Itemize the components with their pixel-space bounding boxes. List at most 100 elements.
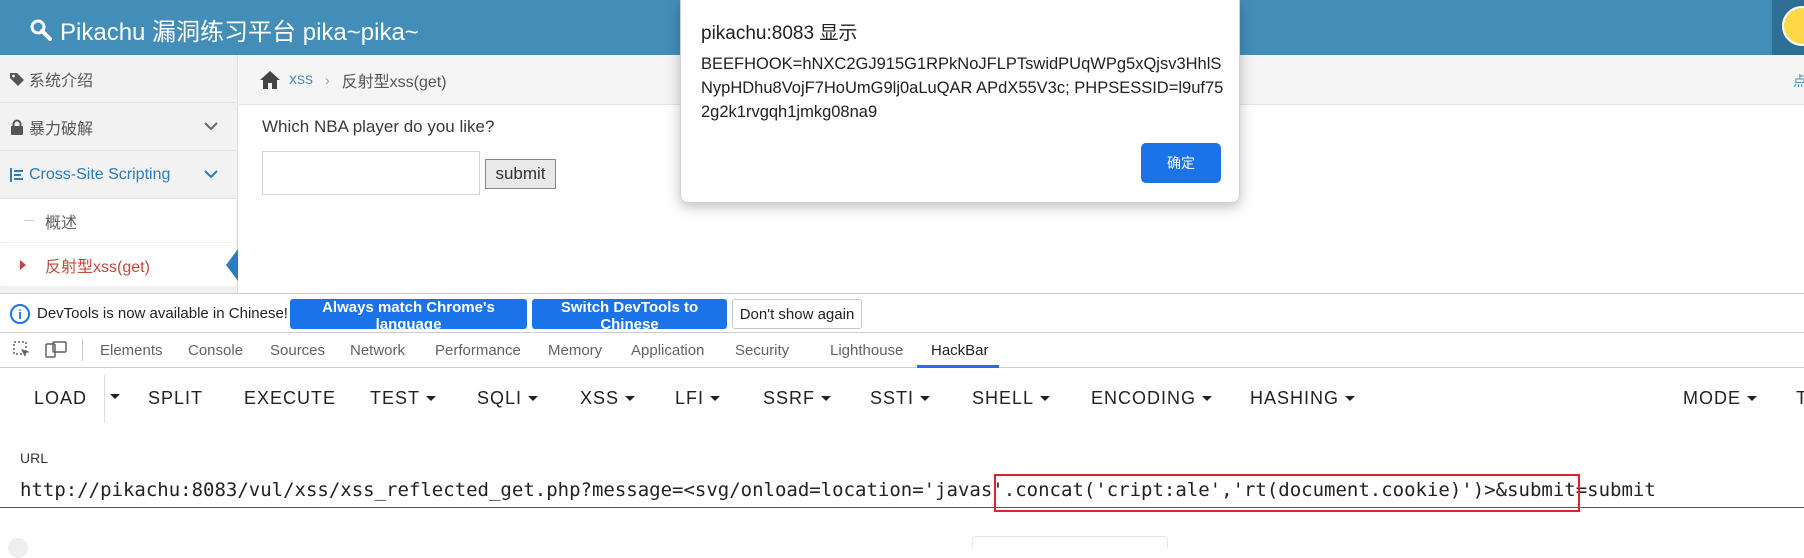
hackbar-ssti-menu[interactable]: SSTI [870,388,931,409]
toolbar-divider [82,339,83,361]
chevron-down-icon [204,170,218,179]
hackbar-menu-label: SQLI [477,388,523,408]
sidebar-item-bruteforce[interactable]: 暴力破解 [0,103,236,151]
alert-dialog: pikachu:8083 显示 BEEFHOOK=hNXC2GJ915G1RPk… [680,0,1240,203]
bottom-control-fragment [8,538,28,558]
tab-lighthouse[interactable]: Lighthouse [830,342,903,359]
hackbar-menu-label: MODE [1683,388,1741,408]
tab-security[interactable]: Security [735,342,789,359]
app-title: Pikachu 漏洞练习平台 pika~pika~ [60,19,419,46]
alert-ok-button[interactable]: 确定 [1141,143,1221,183]
hackbar-execute-button[interactable]: EXECUTE [244,388,336,409]
hackbar-xss-menu[interactable]: XSS [580,388,636,409]
hackbar-lfi-menu[interactable]: LFI [675,388,721,409]
breadcrumb-link-xss[interactable]: xss [289,71,313,89]
sidebar-subitem-label: 反射型xss(get) [45,258,150,276]
chevron-down-icon [204,122,218,131]
tags-icon [10,72,24,86]
breadcrumb-current: 反射型xss(get) [341,73,447,91]
caret-down-icon [821,396,832,401]
match-language-button[interactable]: Always match Chrome's language [290,299,527,333]
info-icon: i [10,304,30,324]
switch-chinese-button[interactable]: Switch DevTools to Chinese [532,299,727,333]
hackbar-toolbar: LOAD SPLIT EXECUTE TEST SQLI XSS LFI SSR… [0,368,1804,428]
hackbar-menu-label: XSS [580,388,620,408]
lock-icon [11,119,23,135]
caret-down-icon [1202,396,1213,401]
sidebar-subitem-label: 概述 [45,214,78,232]
hackbar-menu-label: TEST [370,388,421,408]
tab-sources[interactable]: Sources [270,342,325,359]
tree-dash [24,220,34,221]
toolbar-divider [104,375,105,423]
tab-console[interactable]: Console [188,342,243,359]
infobar-text: DevTools is now available in Chinese! [37,305,288,322]
hackbar-menu-label: SSTI [870,388,915,408]
caret-down-icon [110,394,120,399]
sidebar-subitem-reflected-xss-get[interactable]: 反射型xss(get) [0,243,238,287]
home-icon[interactable] [259,70,281,90]
caret-down-icon [1040,396,1051,401]
breadcrumb-right-link[interactable]: 点 [1793,71,1804,91]
sidebar-item-label: 暴力破解 [29,120,94,138]
hackbar-menu-label: T [1796,388,1804,408]
sidebar-item-label: 系统介绍 [29,72,94,90]
submit-button[interactable]: submit [485,159,556,189]
sidebar-subitem-overview[interactable]: 概述 [0,199,236,243]
hackbar-sqli-menu[interactable]: SQLI [477,388,539,409]
caret-down-icon [710,396,721,401]
dont-show-again-button[interactable]: Don't show again [732,299,862,329]
caret-down-icon [1345,396,1356,401]
hackbar-menu-label: SPLIT [148,388,204,408]
question-label: Which NBA player do you like? [262,117,495,136]
caret-down-icon [426,396,437,401]
devtools-infobar: i DevTools is now available in Chinese! … [0,293,1804,333]
payload-highlight-box [994,474,1580,512]
message-input[interactable] [262,151,480,195]
inspect-element-icon[interactable] [13,341,31,359]
hackbar-mode-menu[interactable]: MODE [1683,388,1757,409]
alert-title: pikachu:8083 显示 [701,23,858,44]
hackbar-test-menu[interactable]: TEST [370,388,437,409]
caret-down-icon [920,396,931,401]
tab-network[interactable]: Network [350,342,405,359]
hackbar-ssrf-menu[interactable]: SSRF [763,388,832,409]
tab-hackbar[interactable]: HackBar [931,342,989,359]
logo[interactable]: Pikachu 漏洞练习平台 pika~pika~ [30,12,419,47]
hackbar-split-button[interactable]: SPLIT [148,388,203,409]
alert-message: BEEFHOOK=hNXC2GJ915G1RPkNoJFLPTswidPUqWP… [701,55,1224,121]
hackbar-menu-label: SHELL [972,388,1035,408]
device-toolbar-icon[interactable] [45,341,67,359]
caret-down-icon [528,396,539,401]
hackbar-menu-label: ENCODING [1091,388,1197,408]
hackbar-menu-label: HASHING [1250,388,1340,408]
hackbar-encoding-menu[interactable]: ENCODING [1091,388,1213,409]
breadcrumb-separator: › [325,71,330,88]
sidebar-item-xss[interactable]: Cross-Site Scripting [0,151,236,199]
hackbar-hashing-menu[interactable]: HASHING [1250,388,1356,409]
sidebar-item-label: Cross-Site Scripting [29,165,171,183]
hackbar-panel-fragment [972,536,1168,548]
tab-memory[interactable]: Memory [548,342,602,359]
sidebar-item-intro[interactable]: 系统介绍 [0,55,236,103]
load-dropdown-toggle[interactable] [110,394,120,399]
hackbar-theme-menu[interactable]: T [1796,388,1804,409]
tab-elements[interactable]: Elements [100,342,163,359]
caret-right-icon [20,260,26,270]
hackbar-menu-label: SSRF [763,388,816,408]
sidebar: 系统介绍 暴力破解 Cross-Site Scripting 概述 反射型xss… [0,55,238,293]
wrench-icon [30,19,52,41]
tab-performance[interactable]: Performance [435,342,521,359]
list-icon [10,167,23,182]
caret-down-icon [1747,396,1757,401]
devtools-tabbar: Elements Console Sources Network Perform… [0,333,1804,368]
tab-application[interactable]: Application [631,342,704,359]
active-pointer [226,249,238,281]
hackbar-menu-label: EXECUTE [244,388,337,408]
hackbar-menu-label: LFI [675,388,705,408]
hackbar-menu-label: LOAD [34,388,88,408]
url-label: URL [20,450,49,466]
hackbar-shell-menu[interactable]: SHELL [972,388,1051,409]
caret-down-icon [625,396,636,401]
hackbar-load-button[interactable]: LOAD [34,388,87,409]
